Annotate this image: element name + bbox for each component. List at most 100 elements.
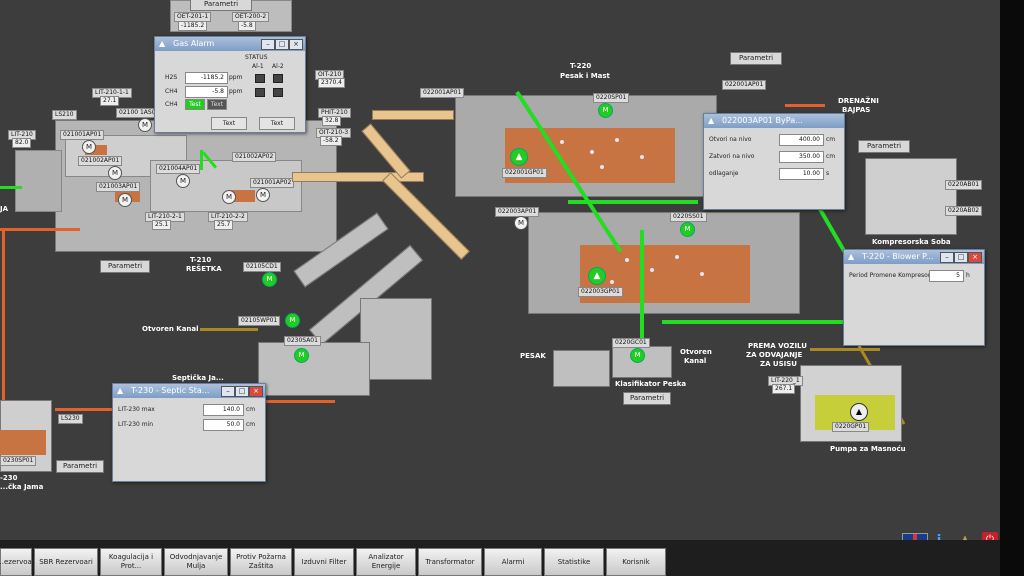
motor-running-icon[interactable]: M — [598, 103, 613, 118]
pump-icon[interactable]: ▲ — [588, 267, 606, 285]
t210-inlet-box — [15, 150, 62, 212]
motor-icon[interactable]: M — [138, 118, 152, 132]
prema1-label: PREMA VOZILU — [748, 342, 807, 350]
septic-title: T-230 - Septic Sta... — [131, 386, 210, 395]
nav-analizator[interactable]: Analizator Energije — [356, 548, 416, 576]
klasifikator-parametri-button[interactable]: Parametri — [623, 392, 671, 405]
test-button-1[interactable]: Test — [185, 99, 205, 110]
green-pipe — [640, 230, 644, 350]
window-icon: ▲ — [848, 252, 855, 261]
maximize-button[interactable]: □ — [235, 386, 249, 397]
bypass-field-2-input[interactable]: 350.00 — [779, 151, 824, 163]
motor-icon[interactable]: M — [82, 140, 96, 154]
lit210a-value: 82.0 — [12, 138, 32, 148]
ab0220-2-tag: 0220AB02 — [945, 206, 983, 216]
septic-field-1-input[interactable]: 140.0 — [203, 404, 244, 416]
bypass-field-3-input[interactable]: 10.00 — [779, 168, 824, 180]
blower-field-unit: h — [966, 272, 970, 279]
nav-transformator[interactable]: Transformator — [418, 548, 482, 576]
pump-icon[interactable]: ▲ — [510, 148, 528, 166]
nav-koagulacija[interactable]: Koagulacija i Prot... — [100, 548, 162, 576]
close-button[interactable]: × — [249, 386, 263, 397]
motor-running-icon[interactable]: M — [294, 348, 309, 363]
motor-icon[interactable]: M — [514, 216, 528, 230]
maximize-button[interactable]: □ — [275, 39, 289, 50]
close-button[interactable]: × — [289, 39, 303, 50]
container-box — [360, 298, 432, 380]
top-parametri-button[interactable]: Parametri — [190, 0, 252, 11]
nav-rezervoar[interactable]: ...ezervoar — [0, 548, 35, 576]
air-bubble — [640, 155, 644, 159]
pump-icon[interactable]: ▲ — [850, 403, 868, 421]
ls230-tag: LS230 — [58, 414, 83, 424]
t230-parametri-button[interactable]: Parametri — [56, 460, 104, 473]
kompresorska-parametri-button[interactable]: Parametri — [858, 140, 910, 153]
gas-alarm-titlebar[interactable]: ▲ Gas Alarm – □ × — [155, 37, 305, 51]
maximize-button[interactable]: □ — [954, 252, 968, 263]
motor-running-icon[interactable]: M — [680, 222, 695, 237]
air-bubble — [600, 165, 604, 169]
nav-alarmi[interactable]: Alarmi — [484, 548, 542, 576]
green-pipe — [568, 200, 698, 204]
nav-izduvni[interactable]: Izduvni Filter — [294, 548, 354, 576]
phit-value: 32.8 — [322, 116, 342, 126]
bypass-field-1-input[interactable]: 400.00 — [779, 134, 824, 146]
inflow-pipe — [55, 408, 115, 411]
motor-icon[interactable]: M — [256, 188, 270, 202]
motor-icon[interactable]: M — [118, 193, 132, 207]
lit2101-value: 27.1 — [100, 96, 120, 106]
pipe-beige — [361, 123, 411, 179]
lit2102-value: 25.1 — [152, 220, 172, 230]
ap0210-tag: 02100 1AS0 — [116, 108, 159, 118]
gc0220-tag: 0220GC01 — [612, 338, 650, 348]
otvoren-label: Otvoren — [680, 348, 712, 356]
test-button-2[interactable]: Text — [207, 99, 227, 110]
text-button-a[interactable]: Text — [211, 117, 247, 130]
ap021004-tag: 021004AP01 — [156, 164, 201, 174]
gp022003-tag: 022003GP01 — [578, 287, 623, 297]
nav-odvodnjavanje[interactable]: Odvodnjavanje Mulja — [164, 548, 228, 576]
motor-running-icon[interactable]: M — [630, 348, 645, 363]
prema3-label: ZA USISU — [760, 360, 797, 368]
text-button-b[interactable]: Text — [259, 117, 295, 130]
bypass-field-3-label: odlaganje — [709, 170, 739, 177]
ap022001b-tag: 022001AP01 — [722, 80, 767, 90]
t210-name: T-210 — [190, 256, 212, 264]
nav-korisnik[interactable]: Korisnik — [606, 548, 666, 576]
motor-running-icon[interactable]: M — [285, 313, 300, 328]
drenazni-label: DRENAŽNI — [838, 97, 879, 105]
t220-parametri-button[interactable]: Parametri — [730, 52, 782, 65]
septic-titlebar[interactable]: ▲ T-230 - Septic Sta... – □ × — [113, 384, 265, 398]
close-button[interactable]: × — [968, 252, 982, 263]
nav-statistike[interactable]: Statistike — [544, 548, 604, 576]
otvoren-kanal-left: Otvoren Kanal — [142, 325, 199, 333]
ap022001-tag: 022001AP01 — [420, 88, 465, 98]
minimize-button[interactable]: – — [261, 39, 275, 50]
nav-protiv-pozarna[interactable]: Protiv Požarna Zaštita — [230, 548, 292, 576]
septic-field-1-label: LIT-230 max — [118, 406, 155, 413]
al1-col: Al-1 — [252, 63, 264, 70]
bajpas-label: BAJPAS — [842, 106, 871, 114]
bypass-titlebar[interactable]: ▲ 022003AP01 ByPa... — [704, 114, 844, 128]
pesak-label: PESAK — [520, 352, 546, 360]
t210-parametri-button[interactable]: Parametri — [100, 260, 150, 273]
sa0230-tag: 0230SA01 — [284, 336, 321, 346]
blower-titlebar[interactable]: ▲ T-220 - Blower P... – □ × — [844, 250, 984, 264]
septic-field-2-unit: cm — [246, 421, 256, 428]
lit2103-value: 25.7 — [214, 220, 234, 230]
blower-field-input[interactable]: 5 — [929, 270, 964, 282]
sa0230-box — [258, 342, 370, 396]
motor-icon[interactable]: M — [222, 190, 236, 204]
minimize-button[interactable]: – — [940, 252, 954, 263]
septic-field-2-input[interactable]: 50.0 — [203, 419, 244, 431]
jama-bottom-label: ...čka Jama — [0, 483, 44, 491]
lit220-value: 267.1 — [772, 384, 796, 394]
minimize-button[interactable]: – — [221, 386, 235, 397]
bypass-field-2-unit: cm — [826, 153, 836, 160]
klasifikator-label: Klasifikator Peska — [615, 380, 687, 388]
motor-running-icon[interactable]: M — [262, 272, 277, 287]
kompresorska-label: Kompresorska Soba — [872, 238, 951, 246]
motor-icon[interactable]: M — [108, 166, 122, 180]
nav-sbr[interactable]: SBR Rezervoari — [34, 548, 98, 576]
motor-icon[interactable]: M — [176, 174, 190, 188]
